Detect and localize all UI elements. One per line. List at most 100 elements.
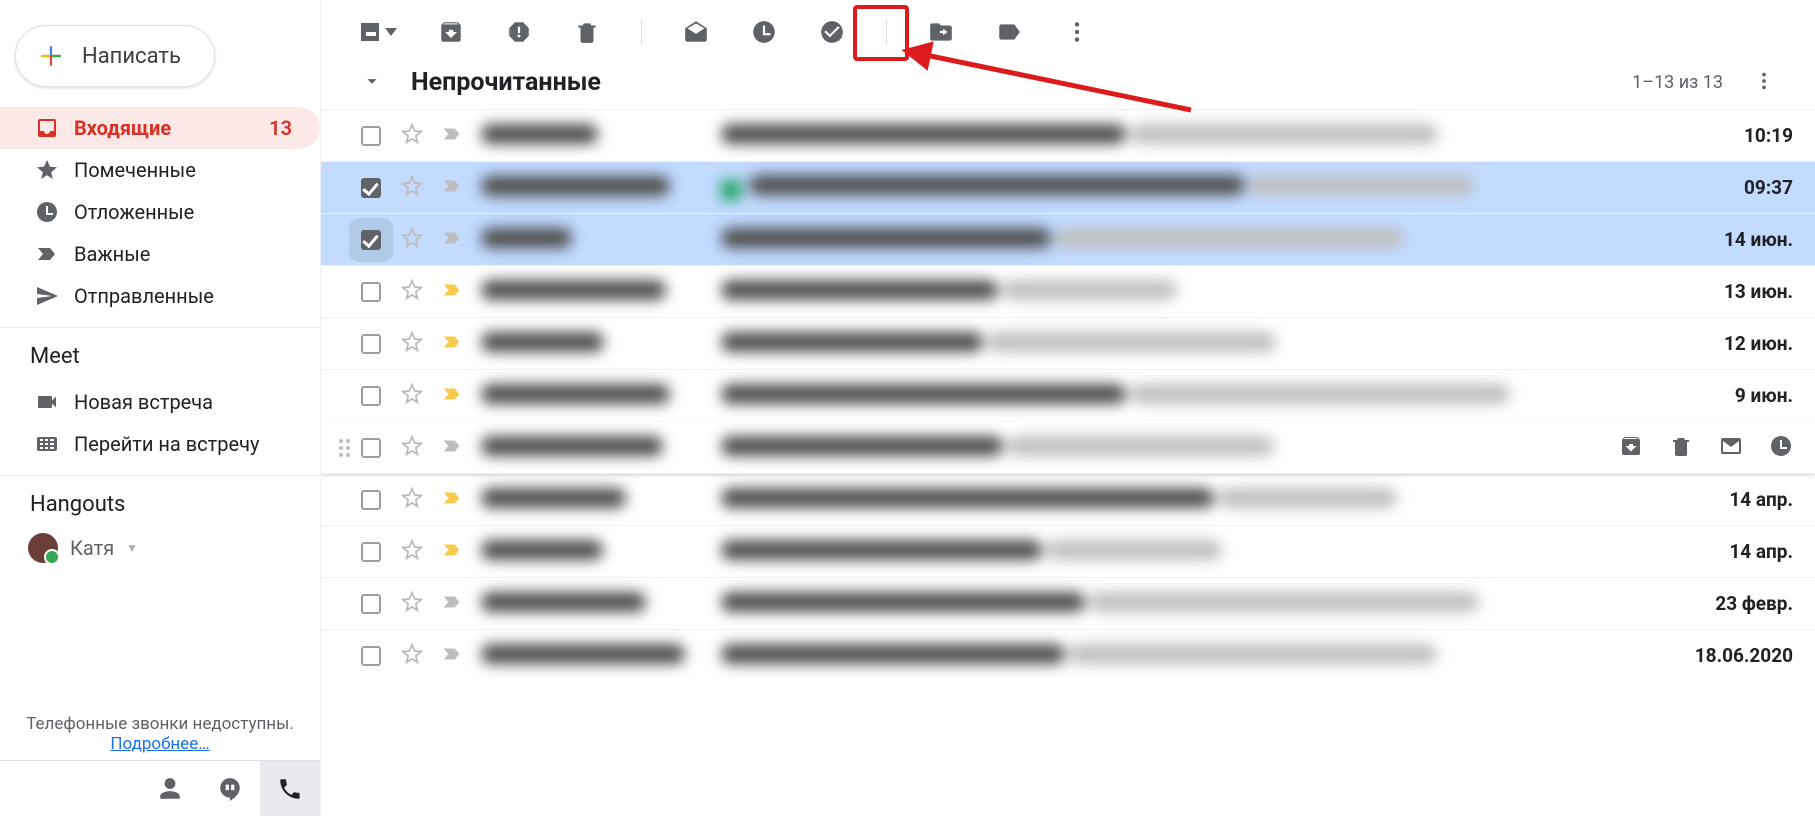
move-to-button[interactable] [927,18,955,46]
section-header: Непрочитанные 1–13 из 13 [321,60,1815,109]
row-checkbox[interactable] [361,178,381,198]
row-subject [721,228,1673,252]
chevron-down-icon: ▼ [126,541,138,555]
row-star-icon[interactable] [401,227,423,253]
pagination-range: 1–13 из 13 [1632,72,1723,93]
row-checkbox[interactable] [361,230,381,250]
row-importance-marker[interactable] [441,227,463,253]
email-row[interactable]: 13 июн. [321,265,1815,317]
row-subject [721,124,1673,148]
archive-button[interactable] [437,18,465,46]
sidebar-item-label: Помеченные [74,158,320,182]
row-importance-marker[interactable] [441,331,463,357]
hangouts-icon[interactable] [200,761,260,816]
row-time: 12 июн. [1673,332,1793,355]
row-star-icon[interactable] [401,383,423,409]
row-checkbox[interactable] [361,646,381,666]
row-star-icon[interactable] [401,279,423,305]
row-star-icon[interactable] [401,539,423,565]
row-archive-icon[interactable] [1619,434,1643,462]
meet-join-label: Перейти на встречу [74,432,320,456]
row-importance-marker[interactable] [441,487,463,513]
row-subject [721,384,1673,408]
plus-icon [38,43,64,69]
row-checkbox[interactable] [361,282,381,302]
sidebar-item-starred[interactable]: Помеченные [0,149,320,191]
mark-read-button[interactable] [682,18,710,46]
meet-new[interactable]: Новая встреча [0,381,320,423]
sidebar-item-important[interactable]: Важные [0,233,320,275]
row-star-icon[interactable] [401,487,423,513]
phone-more-link[interactable]: Подробнее… [110,734,209,754]
email-row[interactable]: 14 апр. [321,473,1815,525]
select-all-dropdown[interactable] [361,23,397,41]
sidebar-item-inbox[interactable]: Входящие 13 [0,107,320,149]
toolbar [321,0,1815,60]
row-star-icon[interactable] [401,643,423,669]
snooze-button[interactable] [750,18,778,46]
avatar [28,533,58,563]
delete-button[interactable] [573,18,601,46]
row-delete-icon[interactable] [1669,434,1693,462]
row-subject [721,332,1673,356]
chevron-down-icon [385,28,397,36]
row-time: 18.06.2020 [1673,644,1793,667]
row-sender [481,644,721,668]
row-time: 23 февр. [1673,592,1793,615]
email-row[interactable]: 09:37 [321,161,1815,213]
phone-icon[interactable] [260,761,320,816]
more-button[interactable] [1063,18,1091,46]
email-row[interactable]: 14 июн. [321,213,1815,265]
row-checkbox[interactable] [361,126,381,146]
row-time: 14 июн. [1673,228,1793,251]
row-checkbox[interactable] [361,438,381,458]
person-icon[interactable] [140,761,200,816]
collapse-icon[interactable] [361,70,383,96]
row-star-icon[interactable] [401,591,423,617]
meet-join[interactable]: Перейти на встречу [0,423,320,465]
row-markread-icon[interactable] [1719,434,1743,462]
row-importance-marker[interactable] [441,383,463,409]
row-snooze-icon[interactable] [1769,434,1793,462]
keyboard-icon [30,432,64,456]
email-row[interactable] [321,421,1815,473]
row-importance-marker[interactable] [441,123,463,149]
email-row[interactable]: 18.06.2020 [321,629,1815,681]
row-checkbox[interactable] [361,594,381,614]
compose-button[interactable]: Написать [15,25,215,87]
section-title: Непрочитанные [411,68,1632,97]
email-row[interactable]: 10:19 [321,109,1815,161]
email-row[interactable]: 12 июн. [321,317,1815,369]
row-time: 9 июн. [1673,384,1793,407]
row-checkbox[interactable] [361,490,381,510]
labels-button[interactable] [995,18,1023,46]
row-importance-marker[interactable] [441,435,463,461]
row-importance-marker[interactable] [441,279,463,305]
sidebar-item-sent[interactable]: Отправленные [0,275,320,317]
report-spam-button[interactable] [505,18,533,46]
sidebar-item-label: Входящие [74,116,269,140]
row-checkbox[interactable] [361,542,381,562]
email-row[interactable]: 14 апр. [321,525,1815,577]
row-star-icon[interactable] [401,123,423,149]
email-row[interactable]: 9 июн. [321,369,1815,421]
row-checkbox[interactable] [361,334,381,354]
compose-label: Написать [82,44,181,69]
row-star-icon[interactable] [401,331,423,357]
sidebar: Написать Входящие 13 Помеченные Отложенн… [0,0,320,816]
row-star-icon[interactable] [401,175,423,201]
row-time: 09:37 [1673,176,1793,199]
section-more-button[interactable] [1753,70,1775,96]
drag-handle-icon[interactable] [339,434,353,462]
sidebar-item-snoozed[interactable]: Отложенные [0,191,320,233]
add-task-button[interactable] [818,18,846,46]
row-checkbox[interactable] [361,386,381,406]
row-importance-marker[interactable] [441,175,463,201]
email-row[interactable]: 23 февр. [321,577,1815,629]
hangouts-user-row[interactable]: Катя ▼ [0,529,320,563]
row-importance-marker[interactable] [441,591,463,617]
sidebar-item-label: Отправленные [74,284,320,308]
row-star-icon[interactable] [401,435,423,461]
row-importance-marker[interactable] [441,643,463,669]
row-importance-marker[interactable] [441,539,463,565]
